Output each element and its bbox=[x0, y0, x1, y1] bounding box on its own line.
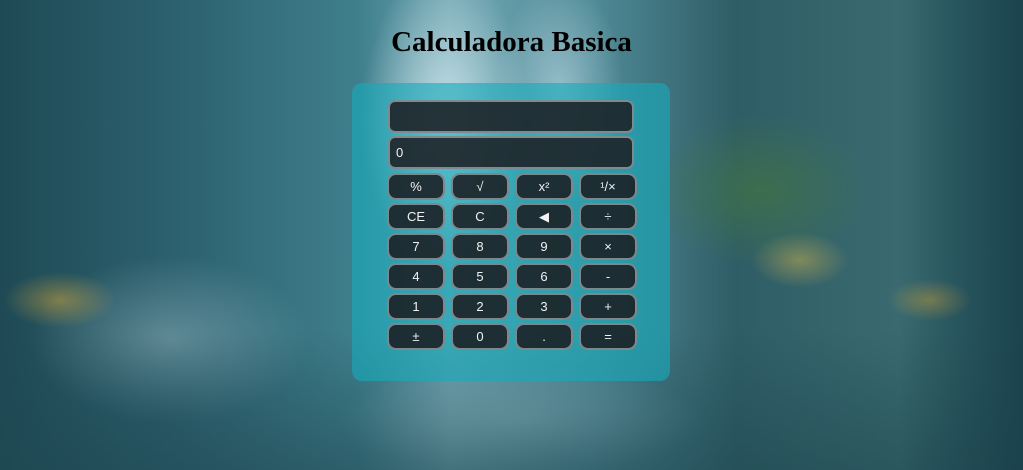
digit-4-button[interactable]: 4 bbox=[387, 263, 445, 290]
result-display: 0 bbox=[388, 136, 634, 169]
add-button[interactable]: + bbox=[579, 293, 637, 320]
clear-entry-button[interactable]: CE bbox=[387, 203, 445, 230]
subtract-button[interactable]: - bbox=[579, 263, 637, 290]
digit-3-button[interactable]: 3 bbox=[515, 293, 573, 320]
digit-6-button[interactable]: 6 bbox=[515, 263, 573, 290]
reciprocal-button[interactable]: ¹/× bbox=[579, 173, 637, 200]
digit-5-button[interactable]: 5 bbox=[451, 263, 509, 290]
digit-7-button[interactable]: 7 bbox=[387, 233, 445, 260]
digit-9-button[interactable]: 9 bbox=[515, 233, 573, 260]
square-root-button[interactable]: √ bbox=[451, 173, 509, 200]
divide-button[interactable]: ÷ bbox=[579, 203, 637, 230]
percent-button[interactable]: % bbox=[387, 173, 445, 200]
decimal-button[interactable]: . bbox=[515, 323, 573, 350]
digit-2-button[interactable]: 2 bbox=[451, 293, 509, 320]
digit-8-button[interactable]: 8 bbox=[451, 233, 509, 260]
clear-button[interactable]: C bbox=[451, 203, 509, 230]
calculator-panel: 0 % √ x² ¹/× CE C ◀ ÷ 7 8 9 × 4 5 6 - 1 … bbox=[352, 83, 670, 381]
square-button[interactable]: x² bbox=[515, 173, 573, 200]
digit-1-button[interactable]: 1 bbox=[387, 293, 445, 320]
backspace-button[interactable]: ◀ bbox=[515, 203, 573, 230]
negate-button[interactable]: ± bbox=[387, 323, 445, 350]
expression-display bbox=[388, 100, 634, 133]
digit-0-button[interactable]: 0 bbox=[451, 323, 509, 350]
equals-button[interactable]: = bbox=[579, 323, 637, 350]
background-right-shade bbox=[898, 0, 1023, 470]
page-title: Calculadora Basica bbox=[391, 26, 632, 58]
multiply-button[interactable]: × bbox=[579, 233, 637, 260]
